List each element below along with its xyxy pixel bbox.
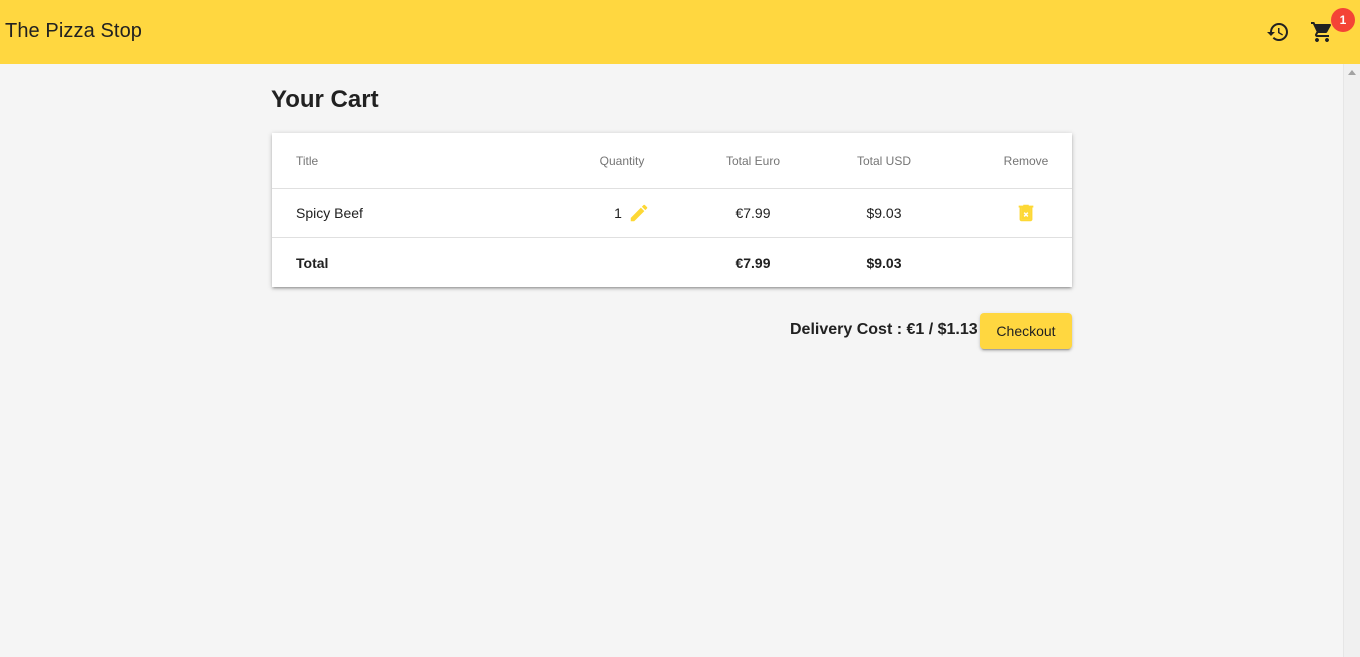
item-total-euro: €7.99 xyxy=(735,205,771,221)
delete-icon xyxy=(1018,204,1034,222)
checkout-button[interactable]: Checkout xyxy=(980,313,1072,349)
page-title: Your Cart xyxy=(271,86,379,113)
grand-total-usd: $9.03 xyxy=(866,254,902,271)
remove-cell xyxy=(976,189,1076,237)
item-quantity-cell: 1 xyxy=(572,189,672,237)
table-row: Spicy Beef 1 €7.99 $9.03 xyxy=(272,189,1072,238)
item-total-usd: $9.03 xyxy=(866,205,902,221)
edit-quantity-button[interactable] xyxy=(628,202,650,224)
order-history-button[interactable] xyxy=(1262,16,1294,48)
item-title: Spicy Beef xyxy=(296,205,363,221)
cart-count-badge: 1 xyxy=(1331,8,1355,32)
header-total-euro: Total Euro xyxy=(725,153,781,168)
scroll-up-arrow-icon[interactable] xyxy=(1348,70,1356,75)
grand-total-euro: €7.99 xyxy=(735,254,771,271)
app-title: The Pizza Stop xyxy=(5,20,143,42)
header-total-usd: Total USD xyxy=(856,153,912,168)
shopping-cart-icon xyxy=(1311,22,1332,42)
table-header-row: Title Quantity Total Euro Total USD Remo… xyxy=(272,133,1072,189)
vertical-scrollbar[interactable] xyxy=(1343,64,1360,657)
total-label: Total xyxy=(296,254,329,271)
cart-table: Title Quantity Total Euro Total USD Remo… xyxy=(272,133,1072,287)
app-toolbar: The Pizza Stop xyxy=(0,0,1360,64)
header-title: Title xyxy=(296,153,319,168)
remove-item-button[interactable] xyxy=(1015,202,1037,224)
history-icon xyxy=(1267,23,1288,42)
delivery-cost: Delivery Cost : €1 / $1.13 xyxy=(790,321,978,338)
pencil-icon xyxy=(630,204,648,222)
item-quantity: 1 xyxy=(614,205,622,221)
table-total-row: Total €7.99 $9.03 xyxy=(272,238,1072,287)
header-remove: Remove xyxy=(1003,153,1049,168)
header-quantity: Quantity xyxy=(599,153,645,168)
